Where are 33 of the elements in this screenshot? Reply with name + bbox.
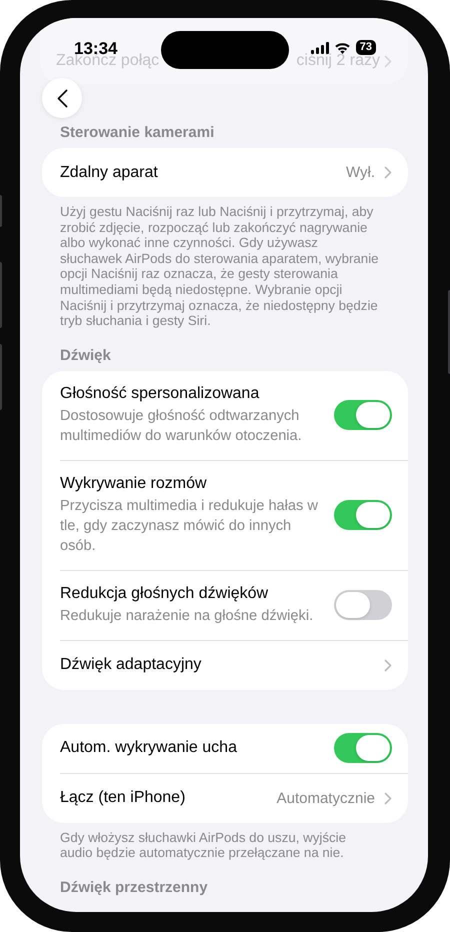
signal-icon (310, 42, 329, 54)
chevron-icon (384, 658, 392, 672)
row-description: Redukuje narażenie na głośne dźwięki. (60, 606, 314, 626)
row-label: Głośność spersonalizowana (60, 384, 260, 403)
chevron-icon (384, 792, 392, 805)
settings-row[interactable]: Dźwięk adaptacyjny (60, 640, 408, 690)
battery-level: 73 (356, 40, 376, 55)
row-description: Przycisza multimedia i redukuje hałas w tle, gdy zaczynasz mówić do innych osób. (60, 496, 319, 556)
chevron-icon (384, 166, 392, 179)
row-label: Dźwięk adaptacyjny (60, 656, 202, 674)
section-footer: Użyj gestu Naciśnij raz lub Naciśnij i przytrzymaj, aby zrobić zdjęcie, rozpocząć lub zakończyć nagrywanie albo wykonać inne czynności. Gdy używasz słuchawek AirPods do sterowania aparatem, wybranie opcji Naciśnij raz oznacza, że gesty sterowania multimediami będą niedostępne. Wybranie opcji Naciśnij i przytrzymaj oznacza, że niedostępny będzie tryb słuchania i gesty Siri. (42, 197, 408, 329)
back-icon (56, 88, 68, 108)
settings-row[interactable]: Łącz (ten iPhone) Automatycznie (60, 774, 408, 823)
section-header: Dźwięk przestrzenny (59, 878, 209, 898)
toggle-switch[interactable] (334, 590, 392, 620)
row-label: Redukcja głośnych dźwięków (60, 584, 270, 603)
row-label: Zdalny aparat (60, 164, 158, 182)
row-description: Dostosowuje głośność odtwarzanych multimediów do warunków otoczenia. (60, 406, 303, 446)
toggle-switch[interactable] (334, 500, 392, 530)
toggle-switch[interactable] (334, 733, 392, 764)
settings-row[interactable]: Zdalny aparat Wył. (60, 148, 408, 197)
row-label: Autom. wykrywanie ucha (60, 739, 238, 758)
section-header: Sterowanie kamerami (59, 124, 216, 143)
row-label: Łącz (ten iPhone) (60, 789, 186, 808)
row-value: Automatycznie (276, 790, 375, 807)
toggle-switch[interactable] (334, 400, 392, 430)
row-value: Wył. (346, 164, 375, 181)
row-label: Wykrywanie rozmów (60, 474, 208, 493)
back-button[interactable] (42, 78, 82, 118)
section-footer: Gdy włożysz słuchawki AirPods do uszu, wyjście audio będzie automatycznie przełączane na nie. (42, 822, 408, 861)
section-header: Dźwięk (59, 346, 112, 366)
chevron-icon (384, 54, 392, 68)
wifi-icon (334, 42, 351, 54)
